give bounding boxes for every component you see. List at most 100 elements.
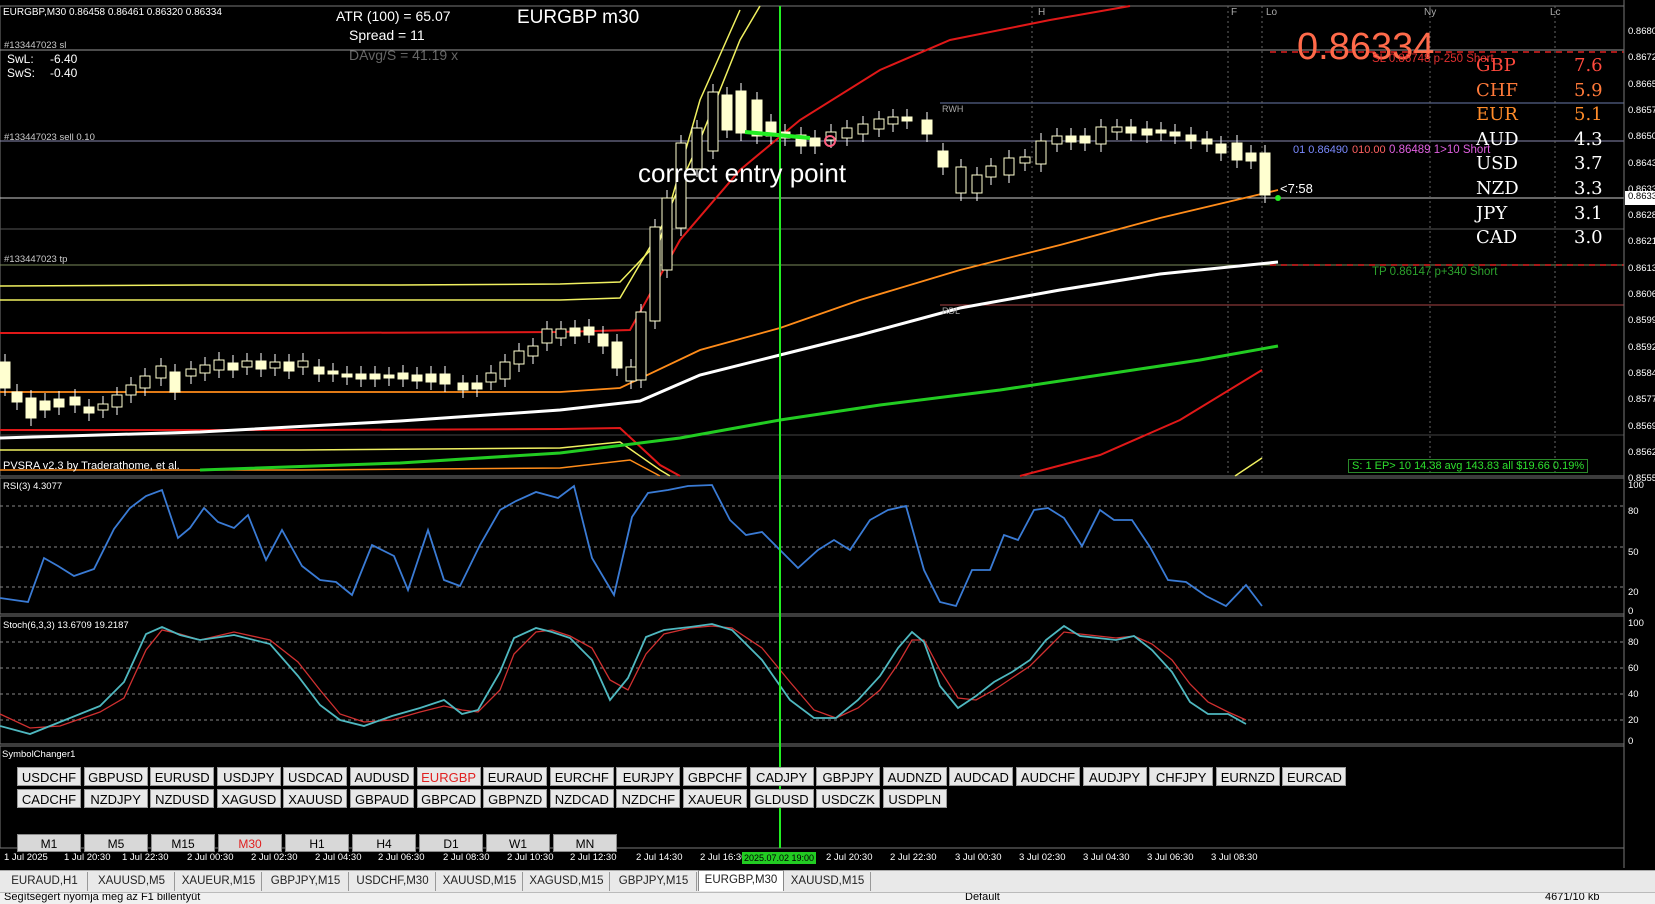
symbol-button-chfjpy[interactable]: CHFJPY (1149, 767, 1214, 786)
candle-body (25, 397, 37, 419)
strength-value-chf: 5.9 (1574, 79, 1603, 101)
swl-label: SwL: (7, 52, 34, 66)
timeframe-button-m1[interactable]: M1 (17, 834, 81, 852)
symbol-button-usdcad[interactable]: USDCAD (283, 767, 348, 786)
candle-body (649, 226, 661, 322)
rsi-tick-label: 20 (1628, 587, 1639, 598)
chart-canvas[interactable] (0, 0, 1655, 868)
chart-tab-xauusd-m5[interactable]: XAUUSD,M5 (89, 872, 175, 891)
symbol-button-eurnzd[interactable]: EURNZD (1215, 767, 1280, 786)
symbol-button-eurchf[interactable]: EURCHF (549, 767, 614, 786)
strength-currency-jpy: JPY (1476, 202, 1508, 224)
symbol-button-usdczk[interactable]: USDCZK (816, 789, 881, 808)
candle-body (611, 341, 623, 369)
candle-body (155, 365, 167, 379)
symbol-button-gbpchf[interactable]: GBPCHF (683, 767, 747, 786)
timeframe-button-h1[interactable]: H1 (285, 834, 349, 852)
atr-text: ATR (100) = 65.07 (336, 8, 451, 24)
chart-tab-xagusd-m15[interactable]: XAGUSD,M15 (524, 872, 610, 891)
stoch-tick-label: 20 (1628, 715, 1639, 726)
entry-info-b: 010.00 (1352, 144, 1386, 156)
symbol-button-nzdjpy[interactable]: NZDJPY (83, 789, 148, 808)
price-tick-label: 0.8621 (1628, 236, 1655, 248)
time-tick-label: 3 Jul 08:30 (1211, 852, 1258, 863)
time-tick-label: 2 Jul 22:30 (890, 852, 937, 863)
symbol-button-eurgbp[interactable]: EURGBP (416, 767, 481, 786)
symbol-button-xaueur[interactable]: XAUEUR (683, 789, 747, 808)
strength-value-cad: 3.0 (1574, 227, 1603, 249)
chart-tab-xaueur-m15[interactable]: XAUEUR,M15 (176, 872, 262, 891)
timeframe-button-m15[interactable]: M15 (151, 834, 215, 852)
chart-tab-gbpjpy-m15[interactable]: GBPJPY,M15 (611, 872, 697, 891)
status-bar: Segítségért nyomja meg az F1 billentyűt … (0, 892, 1655, 904)
chart-tab-gbpjpy-m15[interactable]: GBPJPY,M15 (263, 872, 349, 891)
time-tick-label: 2 Jul 06:30 (378, 852, 425, 863)
symbol-button-eurjpy[interactable]: EURJPY (616, 767, 681, 786)
candle-body (39, 400, 51, 411)
symbol-button-usdpln[interactable]: USDPLN (882, 789, 947, 808)
symbol-button-gbpcad[interactable]: GBPCAD (416, 789, 481, 808)
chart-tab-usdchf-m30[interactable]: USDCHF,M30 (350, 872, 436, 891)
candle-body (1231, 142, 1243, 161)
timeframe-button-w1[interactable]: W1 (486, 834, 550, 852)
candle-body (341, 373, 353, 378)
symbol-button-cadchf[interactable]: CADCHF (17, 789, 81, 808)
symbol-button-eurusd[interactable]: EURUSD (150, 767, 215, 786)
strength-currency-cad: CAD (1476, 227, 1518, 249)
symbol-button-usdchf[interactable]: USDCHF (17, 767, 81, 786)
symbol-button-euraud[interactable]: EURAUD (483, 767, 548, 786)
order-tp-label: #133447023 tp (4, 254, 68, 265)
chart-tab-eurgbp-m30[interactable]: EURGBP,M30 (698, 870, 784, 891)
strength-value-nzd: 3.3 (1574, 178, 1603, 199)
candle-body (1003, 157, 1015, 176)
symbol-button-gbpjpy[interactable]: GBPJPY (816, 767, 881, 786)
symbol-button-gldusd[interactable]: GLDUSD (749, 789, 814, 808)
order-sell-label: #133447023 sell 0.10 (4, 132, 95, 143)
chart-tab-xauusd-m15[interactable]: XAUUSD,M15 (437, 872, 523, 891)
candle-body (809, 137, 821, 147)
symbol-button-audjpy[interactable]: AUDJPY (1082, 767, 1147, 786)
candle-body (735, 90, 747, 134)
session-label-f: F (1231, 7, 1238, 18)
pvsra-label: PVSRA v2.3 by Traderathome, et al. (3, 460, 180, 472)
candle-body (1111, 126, 1123, 133)
symbol-button-audchf[interactable]: AUDCHF (1016, 767, 1080, 786)
candle-body (471, 382, 483, 390)
chart-tab-euraud-h1[interactable]: EURAUD,H1 (2, 872, 88, 891)
symbol-button-nzdcad[interactable]: NZDCAD (549, 789, 614, 808)
chart-tab-xauusd-m15[interactable]: XAUUSD,M15 (785, 872, 871, 891)
symbol-button-xauusd[interactable]: XAUUSD (283, 789, 348, 808)
candle-body (185, 368, 197, 377)
price-tick-label: 0.8650 (1628, 131, 1655, 143)
symbol-button-gbpnzd[interactable]: GBPNZD (483, 789, 548, 808)
candle-body (1065, 135, 1077, 143)
timeframe-button-h4[interactable]: H4 (352, 834, 416, 852)
timeframe-button-mn[interactable]: MN (553, 834, 617, 852)
candle-body (327, 370, 339, 375)
timeframe-button-m30[interactable]: M30 (218, 834, 282, 852)
timeframe-button-m5[interactable]: M5 (84, 834, 148, 852)
status-traffic-text: 4671/10 kb (1545, 892, 1600, 903)
symbol-button-gbpusd[interactable]: GBPUSD (83, 767, 148, 786)
chart-menu-icon[interactable] (3, 2, 11, 10)
strength-value-gbp: 7.6 (1574, 55, 1603, 76)
rwh-label: RWH (942, 104, 964, 114)
symbol-button-xagusd[interactable]: XAGUSD (216, 789, 281, 808)
symbol-button-audcad[interactable]: AUDCAD (949, 767, 1014, 786)
symbol-button-nzdusd[interactable]: NZDUSD (150, 789, 215, 808)
symbol-button-usdjpy[interactable]: USDJPY (216, 767, 281, 786)
candle-body (1051, 135, 1063, 145)
symbol-button-audnzd[interactable]: AUDNZD (882, 767, 947, 786)
price-tick-label: 0.8613 (1628, 262, 1655, 274)
rsi-tick-label: 100 (1628, 480, 1644, 491)
time-tick-label: 2 Jul 02:30 (251, 852, 298, 863)
strength-currency-chf: CHF (1476, 79, 1518, 101)
symbol-button-cadjpy[interactable]: CADJPY (749, 767, 814, 786)
symbol-button-eurcad[interactable]: EURCAD (1282, 767, 1347, 786)
status-left-text: Segítségért nyomja meg az F1 billentyűt (4, 892, 201, 903)
strength-currency-aud: AUD (1476, 128, 1519, 150)
symbol-button-audusd[interactable]: AUDUSD (350, 767, 414, 786)
symbol-button-nzdchf[interactable]: NZDCHF (616, 789, 681, 808)
timeframe-button-d1[interactable]: D1 (419, 834, 483, 852)
symbol-button-gbpaud[interactable]: GBPAUD (350, 789, 414, 808)
